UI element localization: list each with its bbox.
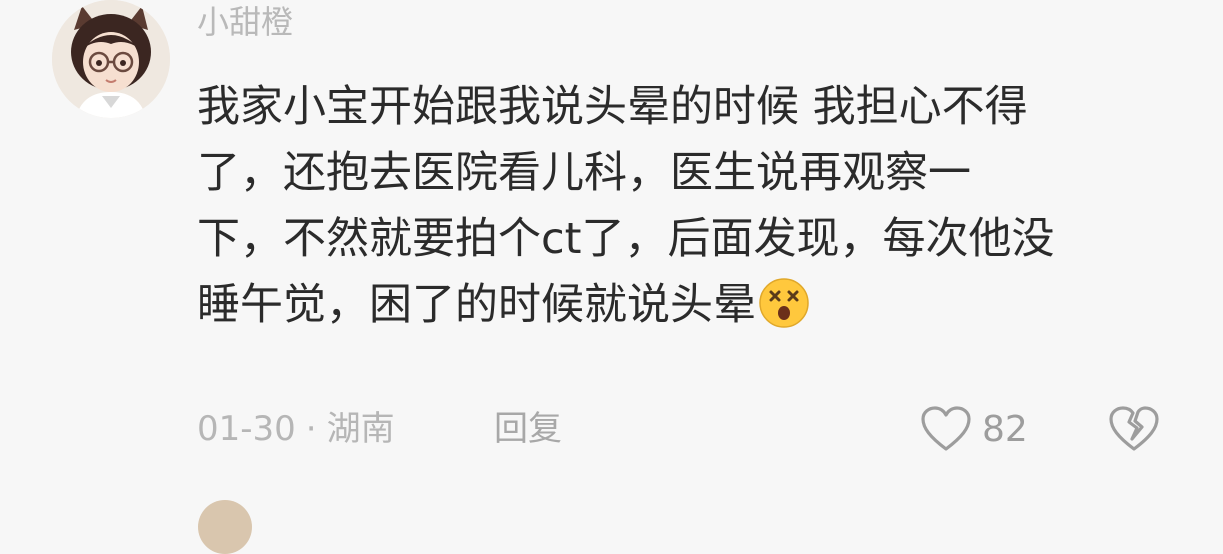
heart-icon xyxy=(921,406,971,451)
comment-location: 湖南 xyxy=(326,409,395,449)
like-button[interactable]: 82 xyxy=(920,404,1028,454)
comment-date: 01-30 xyxy=(197,409,296,449)
avatar-illustration xyxy=(52,0,170,118)
broken-heart-icon xyxy=(1109,406,1159,451)
user-avatar[interactable] xyxy=(52,0,170,118)
comment-card: 小甜橙 我家小宝开始跟我说头晕的时候 我担心不得 了，还抱去医院看儿科，医生说再… xyxy=(0,0,1223,554)
comment-meta: 01-30 · 湖南 xyxy=(197,405,395,453)
like-count: 82 xyxy=(982,408,1028,450)
comment-username[interactable]: 小甜橙 xyxy=(197,2,293,42)
reply-button[interactable]: 回复 xyxy=(494,405,562,453)
comment-text: 我家小宝开始跟我说头晕的时候 我担心不得 了，还抱去医院看儿科，医生说再观察一 … xyxy=(197,82,1055,330)
dislike-button[interactable] xyxy=(1108,404,1160,454)
comment-content: 我家小宝开始跟我说头晕的时候 我担心不得 了，还抱去医院看儿科，医生说再观察一 … xyxy=(197,74,1187,338)
dizzy-face-emoji xyxy=(758,277,810,329)
meta-separator: · xyxy=(305,409,317,449)
next-comment-avatar[interactable] xyxy=(198,500,252,554)
